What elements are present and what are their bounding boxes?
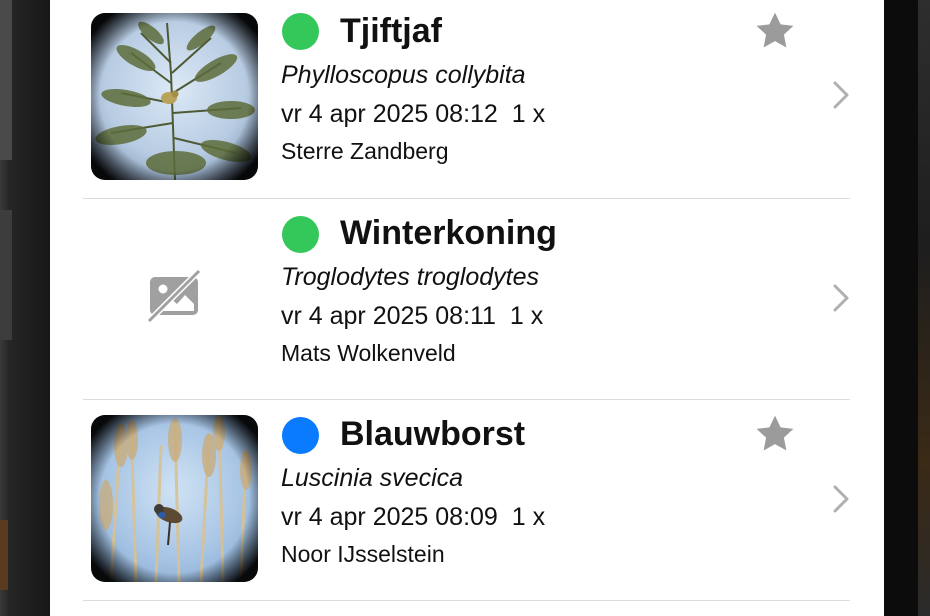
observation-datetime: vr 4 apr 2025 08:09 1 x <box>281 505 545 530</box>
species-common-name: Blauwborst <box>340 415 526 453</box>
observer-name: Sterre Zandberg <box>281 138 449 164</box>
background-strip <box>0 0 12 160</box>
left-background-edge <box>0 0 50 616</box>
observation-count: 1 x <box>511 100 546 128</box>
species-common-name: Winterkoning <box>340 214 557 252</box>
observation-row[interactable]: Tjiftjaf Phylloscopus collybita vr 4 apr… <box>50 0 884 198</box>
datetime-text: vr 4 apr 2025 08:12 <box>281 100 498 128</box>
species-scientific-name: Troglodytes troglodytes <box>281 263 539 291</box>
row-separator <box>83 600 850 601</box>
bird-photo-icon <box>91 13 258 180</box>
status-dot <box>282 417 319 454</box>
chevron-right-icon[interactable] <box>832 80 850 110</box>
observation-row[interactable]: Winterkoning Troglodytes troglodytes vr … <box>50 199 884 399</box>
star-icon[interactable] <box>754 413 796 455</box>
background-strip <box>918 0 930 616</box>
bird-photo-icon <box>91 415 258 582</box>
star-icon[interactable] <box>754 10 796 52</box>
datetime-text: vr 4 apr 2025 08:11 <box>281 302 496 330</box>
species-common-name: Tjiftjaf <box>340 12 442 50</box>
observer-name: Noor IJsselstein <box>281 541 445 567</box>
status-dot <box>282 13 319 50</box>
background-strip <box>0 520 8 590</box>
species-scientific-name: Luscinia svecica <box>281 464 464 492</box>
observation-list: Tjiftjaf Phylloscopus collybita vr 4 apr… <box>50 0 884 616</box>
observation-count: 1 x <box>509 302 544 330</box>
observer-name: Mats Wolkenveld <box>281 340 456 366</box>
observation-count: 1 x <box>511 503 546 531</box>
observation-photo-thumbnail <box>91 415 258 582</box>
status-dot <box>282 216 319 253</box>
chevron-right-icon[interactable] <box>832 283 850 313</box>
chevron-right-icon[interactable] <box>832 484 850 514</box>
observation-datetime: vr 4 apr 2025 08:12 1 x <box>281 102 545 127</box>
background-strip <box>0 210 12 340</box>
right-background-edge <box>884 0 930 616</box>
observation-row[interactable]: Blauwborst Luscinia svecica vr 4 apr 202… <box>50 400 884 600</box>
observation-photo-thumbnail <box>91 13 258 180</box>
datetime-text: vr 4 apr 2025 08:09 <box>281 503 498 531</box>
no-photo-icon <box>145 267 203 325</box>
species-scientific-name: Phylloscopus collybita <box>281 61 526 89</box>
observation-datetime: vr 4 apr 2025 08:11 1 x <box>281 304 543 329</box>
